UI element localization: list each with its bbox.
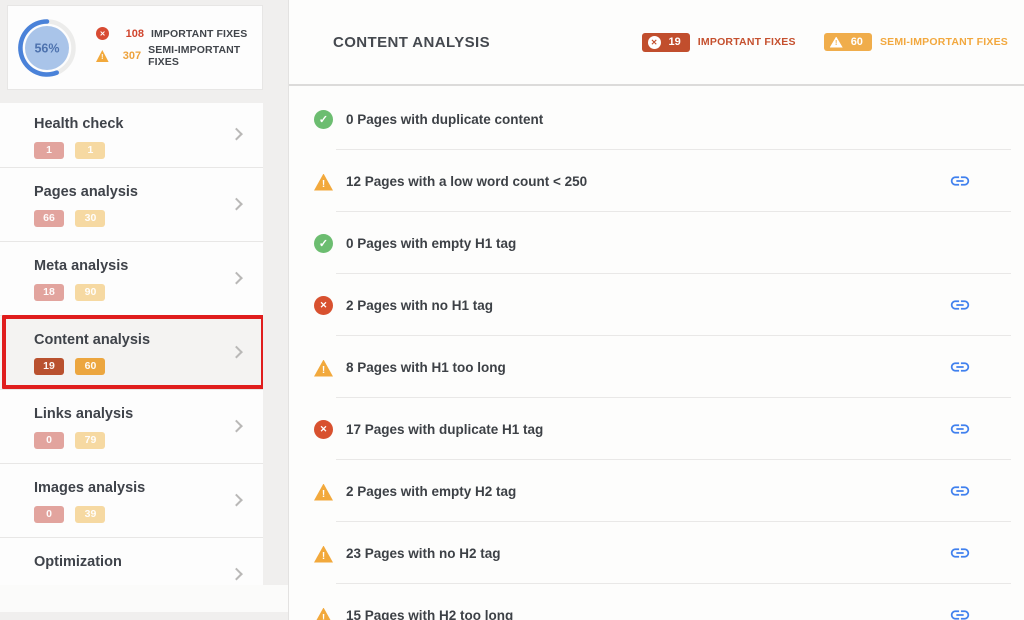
main-header: CONTENT ANALYSIS ✕ 19 IMPORTANT FIXES ! … bbox=[289, 0, 1024, 86]
important-count-badge: 19 bbox=[34, 358, 64, 375]
check-text: 0 Pages with duplicate content bbox=[346, 112, 543, 127]
check-row: 15 Pages with H2 too long bbox=[289, 584, 1024, 620]
error-circle-icon: ✕ bbox=[648, 36, 661, 49]
sidebar: 56% ✕ 108 IMPORTANT FIXES ! 307 SEMI-IMP… bbox=[0, 0, 263, 585]
check-text: 17 Pages with duplicate H1 tag bbox=[346, 422, 543, 437]
link-icon[interactable] bbox=[948, 417, 972, 441]
semi-important-fixes-badge: ! 60 bbox=[824, 33, 872, 51]
page-title: CONTENT ANALYSIS bbox=[333, 34, 490, 51]
success-icon bbox=[314, 234, 333, 253]
important-fixes-summary: ✕ 108 IMPORTANT FIXES bbox=[96, 27, 262, 40]
sidebar-item-label: Meta analysis bbox=[34, 258, 263, 274]
semi-important-count-badge: 90 bbox=[75, 284, 105, 301]
link-icon[interactable] bbox=[948, 479, 972, 503]
score-value: 56% bbox=[34, 41, 59, 55]
link-icon[interactable] bbox=[948, 355, 972, 379]
check-row: 23 Pages with no H2 tag bbox=[289, 522, 1024, 584]
sidebar-item-label: Pages analysis bbox=[34, 184, 263, 200]
sidebar-item-images-analysis[interactable]: Images analysis 0 39 bbox=[0, 464, 263, 538]
important-fixes-count: 19 bbox=[669, 36, 681, 48]
check-text: 8 Pages with H1 too long bbox=[346, 360, 506, 375]
semi-important-fixes-label: SEMI-IMPORTANT FIXES bbox=[880, 36, 1008, 48]
check-row: 8 Pages with H1 too long bbox=[289, 336, 1024, 398]
semi-important-count-badge: 1 bbox=[75, 142, 105, 159]
check-text: 2 Pages with no H1 tag bbox=[346, 298, 493, 313]
error-icon bbox=[314, 420, 333, 439]
important-fixes-count: 108 bbox=[118, 28, 144, 40]
check-row: 17 Pages with duplicate H1 tag bbox=[289, 398, 1024, 460]
sidebar-item-content-analysis[interactable]: Content analysis 19 60 bbox=[0, 316, 263, 390]
sidebar-item-health-check[interactable]: Health check 1 1 bbox=[0, 103, 263, 168]
main-panel: CONTENT ANALYSIS ✕ 19 IMPORTANT FIXES ! … bbox=[288, 0, 1024, 620]
sidebar-item-pages-analysis[interactable]: Pages analysis 66 30 bbox=[0, 168, 263, 242]
check-row: 12 Pages with a low word count < 250 bbox=[289, 150, 1024, 212]
check-row: 2 Pages with empty H2 tag bbox=[289, 460, 1024, 522]
check-text: 23 Pages with no H2 tag bbox=[346, 546, 501, 561]
check-row: 0 Pages with duplicate content bbox=[289, 88, 1024, 150]
semi-important-count-badge: 39 bbox=[75, 506, 105, 523]
important-fixes-label: IMPORTANT FIXES bbox=[698, 36, 796, 48]
bottom-strip bbox=[0, 585, 288, 612]
important-count-badge: 0 bbox=[34, 506, 64, 523]
check-text: 12 Pages with a low word count < 250 bbox=[346, 174, 587, 189]
check-row: 0 Pages with empty H1 tag bbox=[289, 212, 1024, 274]
sidebar-item-meta-analysis[interactable]: Meta analysis 18 90 bbox=[0, 242, 263, 316]
check-text: 15 Pages with H2 too long bbox=[346, 608, 513, 620]
semi-important-fixes-count: 307 bbox=[118, 50, 141, 62]
link-icon[interactable] bbox=[948, 293, 972, 317]
warning-icon bbox=[314, 546, 333, 563]
semi-important-fixes-count: 60 bbox=[851, 36, 863, 48]
sidebar-nav: Health check 1 1 Pages analysis 66 30 Me… bbox=[0, 103, 263, 585]
semi-important-fixes-summary: ! 307 SEMI-IMPORTANT FIXES bbox=[96, 44, 262, 68]
important-count-badge: 1 bbox=[34, 142, 64, 159]
link-icon[interactable] bbox=[948, 603, 972, 620]
sidebar-item-links-analysis[interactable]: Links analysis 0 79 bbox=[0, 390, 263, 464]
link-icon[interactable] bbox=[948, 169, 972, 193]
sidebar-item-optimization[interactable]: Optimization bbox=[0, 538, 263, 585]
semi-important-fixes-label: SEMI-IMPORTANT FIXES bbox=[148, 44, 262, 68]
semi-important-count-badge: 79 bbox=[75, 432, 105, 449]
important-fixes-label: IMPORTANT FIXES bbox=[151, 28, 247, 40]
sidebar-item-label: Optimization bbox=[34, 554, 263, 570]
warning-icon bbox=[314, 608, 333, 620]
sidebar-item-label: Links analysis bbox=[34, 406, 263, 422]
seo-audit-app: 56% ✕ 108 IMPORTANT FIXES ! 307 SEMI-IMP… bbox=[0, 0, 1024, 620]
error-icon bbox=[314, 296, 333, 315]
check-text: 2 Pages with empty H2 tag bbox=[346, 484, 516, 499]
link-icon[interactable] bbox=[948, 541, 972, 565]
warning-triangle-icon: ! bbox=[96, 50, 109, 62]
semi-important-count-badge: 30 bbox=[75, 210, 105, 227]
warning-icon bbox=[314, 360, 333, 377]
semi-important-count-badge: 60 bbox=[75, 358, 105, 375]
sidebar-item-label: Images analysis bbox=[34, 480, 263, 496]
warning-triangle-icon: ! bbox=[830, 37, 843, 48]
error-circle-icon: ✕ bbox=[96, 27, 109, 40]
warning-icon bbox=[314, 484, 333, 501]
warning-icon bbox=[314, 174, 333, 191]
check-row: 2 Pages with no H1 tag bbox=[289, 274, 1024, 336]
sidebar-item-label: Content analysis bbox=[34, 332, 263, 348]
important-fixes-badge: ✕ 19 bbox=[642, 33, 690, 52]
sidebar-item-label: Health check bbox=[34, 116, 263, 132]
important-count-badge: 66 bbox=[34, 210, 64, 227]
check-text: 0 Pages with empty H1 tag bbox=[346, 236, 516, 251]
check-list: 0 Pages with duplicate content 12 Pages … bbox=[289, 88, 1024, 620]
score-overview-card: 56% ✕ 108 IMPORTANT FIXES ! 307 SEMI-IMP… bbox=[7, 5, 263, 90]
success-icon bbox=[314, 110, 333, 129]
score-gauge: 56% bbox=[16, 17, 78, 79]
important-count-badge: 18 bbox=[34, 284, 64, 301]
important-count-badge: 0 bbox=[34, 432, 64, 449]
